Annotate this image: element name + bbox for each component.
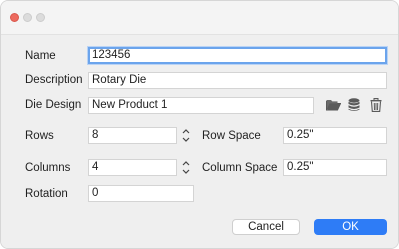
- rows-stepper-icon[interactable]: [181, 127, 191, 144]
- die-design-label: Die Design: [25, 99, 82, 111]
- columns-stepper-icon[interactable]: [181, 159, 191, 176]
- minimize-window-button[interactable]: [23, 13, 32, 22]
- database-icon[interactable]: [348, 98, 362, 112]
- rotation-input[interactable]: 0: [88, 185, 194, 202]
- title-bar: [1, 1, 398, 35]
- rotation-label: Rotation: [25, 188, 68, 200]
- cancel-button[interactable]: Cancel: [232, 219, 300, 235]
- rows-input[interactable]: 8: [88, 127, 177, 144]
- name-input[interactable]: 123456: [88, 47, 387, 64]
- close-window-button[interactable]: [10, 13, 19, 22]
- name-label: Name: [25, 50, 56, 62]
- column-space-input[interactable]: 0.25": [283, 159, 387, 176]
- trash-icon[interactable]: [370, 98, 384, 112]
- folder-open-icon[interactable]: [326, 99, 341, 113]
- rows-label: Rows: [25, 130, 54, 142]
- zoom-window-button[interactable]: [36, 13, 45, 22]
- row-space-label: Row Space: [202, 130, 261, 142]
- row-space-input[interactable]: 0.25": [283, 127, 387, 144]
- die-design-input[interactable]: New Product 1: [88, 97, 314, 114]
- die-dialog-window: Name 123456 Description Rotary Die Die D…: [0, 0, 399, 249]
- ok-button[interactable]: OK: [314, 219, 387, 235]
- description-input[interactable]: Rotary Die: [88, 72, 387, 89]
- description-label: Description: [25, 74, 83, 86]
- column-space-label: Column Space: [202, 162, 278, 174]
- dialog-content: Name 123456 Description Rotary Die Die D…: [1, 35, 398, 248]
- columns-input[interactable]: 4: [88, 159, 177, 176]
- columns-label: Columns: [25, 162, 71, 174]
